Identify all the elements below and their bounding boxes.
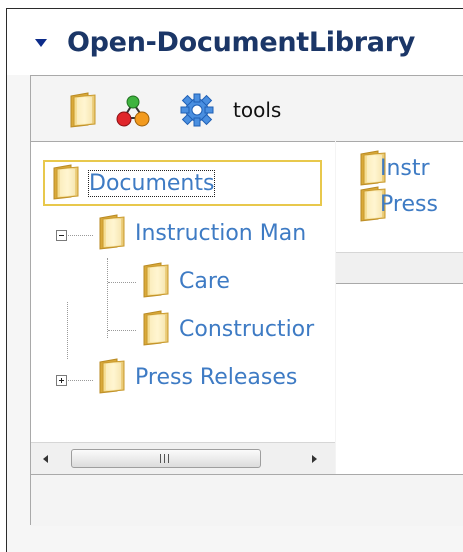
tree-node-label[interactable]: Press Releases [135, 365, 297, 390]
folder-icon [51, 164, 81, 200]
tree-connector [107, 258, 108, 338]
library-panel: tools Documents Instruction Man Care Con… [30, 75, 463, 526]
list-body [336, 284, 463, 474]
tree-connector [108, 330, 136, 331]
scroll-right-arrow-icon[interactable] [312, 455, 317, 463]
tree-node-documents[interactable]: Documents [51, 162, 321, 202]
tree-node-label[interactable]: Documents [87, 170, 216, 197]
document-list: Instr Press [336, 142, 463, 252]
gear-icon[interactable] [179, 92, 215, 128]
list-item-label[interactable]: Instr [380, 156, 430, 181]
horizontal-scrollbar[interactable] [31, 442, 335, 474]
toolbar-right [336, 76, 463, 142]
tools-button[interactable]: tools [233, 98, 281, 122]
tree-connector [65, 380, 93, 381]
tree-node-instruction-manuals[interactable]: Instruction Man [97, 212, 335, 252]
tree-connector [67, 302, 68, 359]
status-bar [31, 474, 463, 526]
list-item-label[interactable]: Press [380, 192, 438, 217]
expand-toggle[interactable] [56, 375, 67, 386]
tree-node-press-releases[interactable]: Press Releases [97, 356, 335, 396]
scrollbar-grip-icon [160, 454, 172, 463]
tree-node-construction[interactable]: Constructior [141, 308, 335, 348]
tree-node-care[interactable]: Care [141, 260, 335, 300]
scroll-left-arrow-icon[interactable] [43, 455, 48, 463]
folder-icon [97, 214, 127, 250]
hierarchy-icon[interactable] [115, 92, 151, 128]
collapse-arrow-icon[interactable] [35, 39, 47, 47]
list-item[interactable]: Press [336, 186, 463, 220]
folder-icon [141, 262, 171, 298]
tree-node-label[interactable]: Instruction Man [135, 221, 306, 246]
scrollbar-thumb[interactable] [71, 449, 261, 468]
tree-node-label[interactable]: Constructior [179, 317, 314, 342]
folder-icon [141, 310, 171, 346]
document-library-window: Open-DocumentLibrary tools Documents Ins… [6, 8, 463, 552]
tree-node-label[interactable]: Care [179, 269, 230, 294]
folder-tree: Documents Instruction Man Care Construct… [31, 142, 335, 442]
folder-icon[interactable] [65, 92, 101, 128]
list-item[interactable]: Instr [336, 150, 463, 184]
collapse-toggle[interactable] [56, 230, 67, 241]
tree-connector [108, 282, 136, 283]
list-scrollbar[interactable] [336, 252, 463, 284]
tree-connector [65, 235, 93, 236]
window-header: Open-DocumentLibrary [7, 9, 463, 75]
folder-icon [97, 358, 127, 394]
toolbar: tools [31, 76, 335, 142]
page-title: Open-DocumentLibrary [67, 27, 416, 58]
